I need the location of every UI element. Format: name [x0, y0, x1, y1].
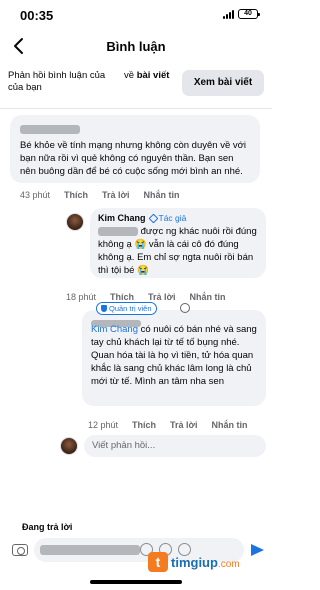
reply-button[interactable]: Trả lời [102, 190, 129, 200]
comment-text: Kim Chang có nuôi có bán nhé và sang tay… [91, 323, 257, 388]
signal-icon [223, 9, 234, 19]
post-link[interactable]: về bài viết [124, 70, 169, 82]
redacted-mention [98, 226, 138, 236]
camera-icon[interactable] [12, 544, 28, 556]
message-button[interactable]: Nhắn tin [211, 420, 247, 430]
status-time: 00:35 [20, 8, 54, 23]
comment-time: 18 phút [66, 292, 97, 302]
admin-badge: Quản trị viên [96, 302, 157, 315]
divider [0, 108, 272, 109]
context-bar: Phản hồi bình luận của của bạn về bài vi… [0, 66, 272, 102]
comment-text: được ng khác nuôi rồi đúng không ạ 😭 vẫn… [98, 225, 258, 277]
watermark-logo: t [148, 552, 168, 572]
watermark-suffix: .com [217, 558, 240, 570]
status-icons: 40 [223, 9, 260, 19]
comment-actions: 12 phút Thích Trả lời Nhắn tin [88, 420, 247, 430]
comment-time: 12 phút [88, 420, 119, 430]
post-link-prefix: về [124, 70, 137, 81]
author-line: Kim Chang Tác giả [98, 213, 258, 223]
pen-icon [148, 213, 158, 223]
mention-link[interactable]: Kim Chang [91, 324, 138, 335]
send-icon[interactable] [251, 544, 264, 556]
comment-bubble: Kim Chang Tác giả được ng khác nuôi rồi … [90, 208, 266, 278]
reply-input[interactable]: Viết phản hồi... [84, 435, 266, 457]
redacted-author [91, 315, 257, 328]
author-badge: Tác giả [148, 213, 187, 223]
comment-text: Bé khỏe về tính mạng nhưng không còn duy… [20, 140, 246, 177]
comment-bubble: Kim Chang có nuôi có bán nhé và sang tay… [82, 310, 266, 406]
message-button[interactable]: Nhắn tin [189, 292, 225, 302]
view-post-button[interactable]: Xem bài viết [182, 70, 264, 96]
redacted-author [20, 121, 250, 139]
admin-badge-label: Quản trị viên [109, 304, 152, 313]
reply-box: Viết phản hồi... [60, 435, 266, 457]
like-button[interactable]: Thích [132, 420, 156, 430]
author-badge-label: Tác giả [158, 213, 187, 223]
page-title: Bình luận [106, 39, 166, 54]
watermark-name: timgiup [171, 554, 218, 570]
replying-to-label: Đang trả lời [22, 522, 73, 532]
comment-actions: 43 phút Thích Trả lời Nhắn tin [20, 190, 179, 200]
redacted-mention [40, 545, 140, 555]
comment-time: 43 phút [20, 190, 51, 200]
avatar[interactable] [66, 213, 84, 231]
pin-icon [180, 303, 190, 313]
home-indicator [90, 580, 182, 584]
reply-button[interactable]: Trả lời [170, 420, 197, 430]
post-link-label: bài viết [136, 70, 170, 81]
message-button[interactable]: Nhắn tin [143, 190, 179, 200]
watermark-text: timgiup.com [171, 555, 240, 570]
context-description: Phản hồi bình luận của của bạn [8, 70, 106, 93]
header: Bình luận [0, 32, 272, 62]
battery-icon: 40 [238, 9, 260, 19]
status-bar: 00:35 40 [0, 0, 272, 30]
author-name[interactable]: Kim Chang [98, 213, 146, 223]
comment-actions: 18 phút Thích Trả lời Nhắn tin [66, 292, 225, 302]
like-button[interactable]: Thích [64, 190, 88, 200]
reply-button[interactable]: Trả lời [148, 292, 175, 302]
avatar [60, 437, 78, 455]
comment-bubble: Bé khỏe về tính mạng nhưng không còn duy… [10, 115, 260, 183]
watermark: t timgiup.com [148, 552, 240, 572]
like-button[interactable]: Thích [110, 292, 134, 302]
shield-icon [101, 305, 107, 312]
